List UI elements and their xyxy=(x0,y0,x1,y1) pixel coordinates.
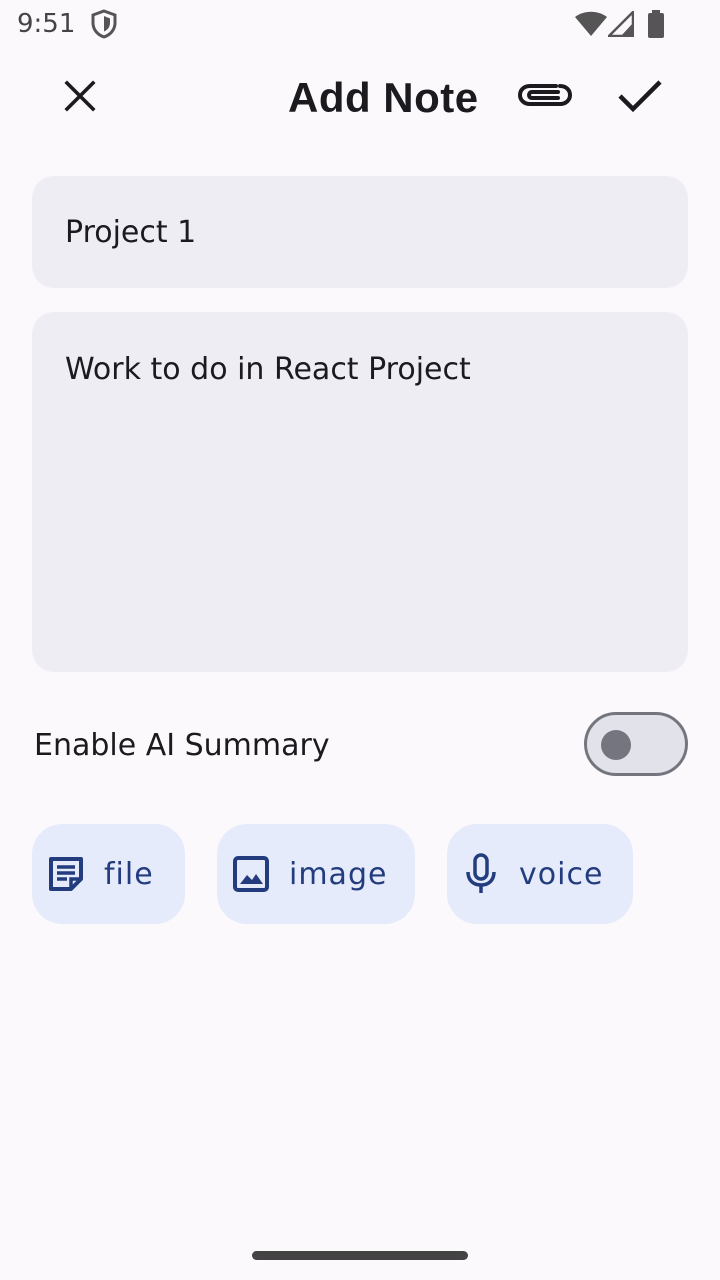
battery-icon xyxy=(648,10,664,38)
page-title: Add Note xyxy=(288,74,479,121)
home-indicator[interactable] xyxy=(252,1251,468,1260)
note-title-value: Project 1 xyxy=(65,214,197,250)
attach-file-label: file xyxy=(104,856,154,892)
ai-summary-label: Enable AI Summary xyxy=(34,728,330,763)
note-title-field[interactable]: Project 1 xyxy=(32,176,688,288)
wifi-icon xyxy=(574,11,608,37)
shield-icon xyxy=(90,9,118,39)
note-icon xyxy=(44,852,88,896)
attach-image-chip[interactable]: image xyxy=(217,824,415,924)
ai-summary-toggle[interactable] xyxy=(584,712,688,776)
close-icon xyxy=(63,79,97,118)
attach-button[interactable] xyxy=(514,72,576,122)
status-bar: 9:51 xyxy=(0,0,720,50)
note-body-value: Work to do in React Project xyxy=(65,352,471,387)
signal-icon xyxy=(605,8,635,38)
paperclip-icon xyxy=(516,78,574,117)
close-button[interactable] xyxy=(52,70,108,126)
save-button[interactable] xyxy=(612,70,668,126)
microphone-icon xyxy=(459,852,503,896)
note-body-field[interactable]: Work to do in React Project xyxy=(32,312,688,672)
top-app-bar: Add Note xyxy=(0,60,720,136)
attach-image-label: image xyxy=(289,856,388,892)
attach-voice-label: voice xyxy=(519,856,604,892)
image-icon xyxy=(229,852,273,896)
attach-file-chip[interactable]: file xyxy=(32,824,185,924)
status-time: 9:51 xyxy=(17,9,76,39)
attach-voice-chip[interactable]: voice xyxy=(447,824,633,924)
check-icon xyxy=(617,78,663,119)
toggle-knob xyxy=(601,730,631,760)
